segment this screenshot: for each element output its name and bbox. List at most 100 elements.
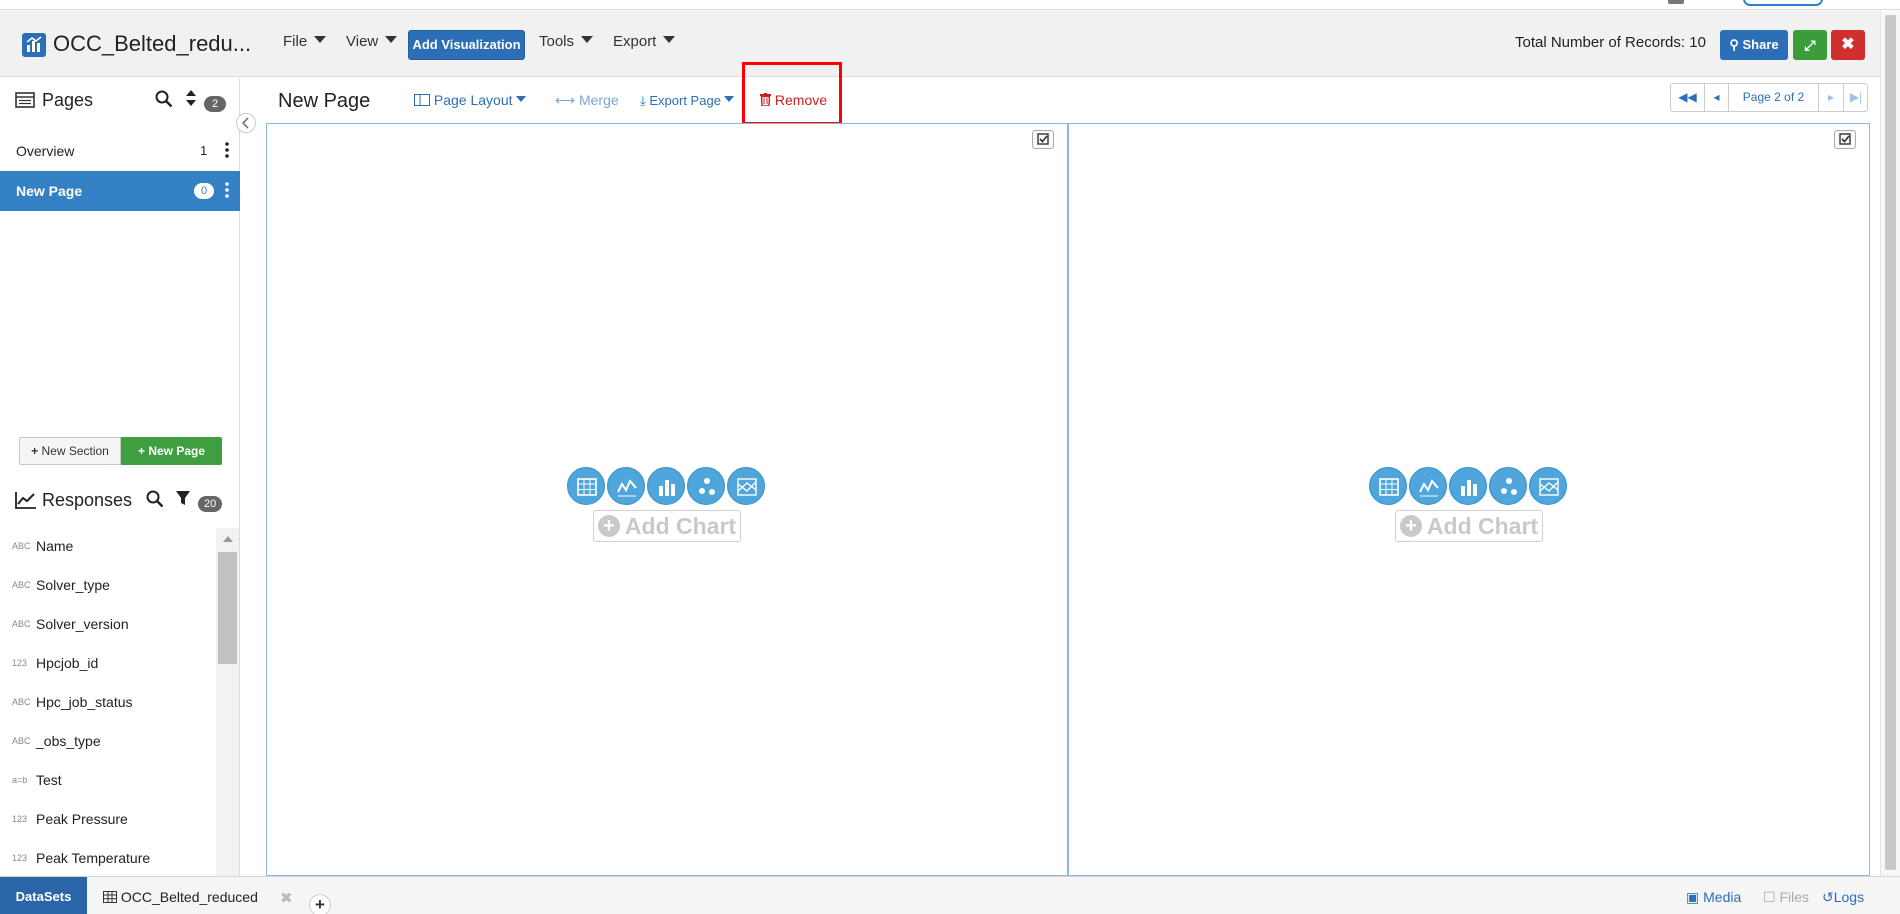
plus-icon: +	[31, 444, 39, 458]
menu-view[interactable]: View	[346, 33, 398, 55]
parallel-coordinates-icon[interactable]	[1529, 467, 1567, 505]
app-root: OCC_Belted_redu... File View Add Visuali…	[0, 0, 1900, 914]
logs-link[interactable]: ↺Logs	[1822, 889, 1864, 906]
new-section-button[interactable]: + New Section	[19, 437, 121, 465]
type-label: ABC	[12, 580, 31, 590]
page-layout-label: Page Layout	[433, 92, 513, 108]
list-item[interactable]: ABC Name	[0, 528, 216, 567]
response-name: Peak Pressure	[36, 811, 128, 827]
caret-down-icon	[515, 96, 526, 102]
fullscreen-button[interactable]: ⤢	[1793, 30, 1827, 60]
type-label: ABC	[12, 619, 31, 629]
close-tab-icon[interactable]: ✖	[280, 889, 293, 907]
list-item[interactable]: 123 Peak Pressure	[0, 801, 216, 840]
line-chart-icon[interactable]	[607, 467, 645, 505]
add-tab-button[interactable]: +	[309, 894, 331, 914]
sidebar: Pages 2 Overview 1 New Page 0 + New Sect…	[0, 78, 240, 876]
list-item[interactable]: ABC Solver_type	[0, 567, 216, 606]
close-icon: ✖	[1841, 36, 1855, 53]
collapse-sidebar-button[interactable]	[236, 113, 256, 133]
scroll-up-icon[interactable]	[223, 536, 233, 542]
datasets-button[interactable]: DataSets	[0, 877, 87, 914]
search-icon[interactable]	[155, 90, 173, 113]
sort-icon[interactable]	[186, 90, 196, 111]
responses-list: ABC Name ABC Solver_type ABC Solver_version…	[0, 528, 216, 876]
media-link[interactable]: ▣ Media	[1686, 889, 1741, 906]
kebab-menu-icon[interactable]	[225, 182, 229, 198]
responses-header: Responses 20	[0, 480, 240, 520]
share-icon: ⚲	[1729, 37, 1739, 52]
browser-button[interactable]	[1743, 0, 1823, 6]
files-link[interactable]: ☐ Files	[1763, 889, 1809, 906]
parallel-coordinates-icon[interactable]	[727, 467, 765, 505]
new-page-label: New Page	[148, 444, 206, 458]
table-chart-icon[interactable]	[567, 467, 605, 505]
kebab-menu-icon[interactable]	[225, 142, 229, 158]
app-title: OCC_Belted_redu...	[53, 31, 252, 56]
list-item[interactable]: ABC _obs_type	[0, 723, 216, 762]
menu-view-label: View	[346, 33, 379, 50]
close-button[interactable]: ✖	[1831, 30, 1865, 60]
bar-chart-icon[interactable]	[1449, 467, 1487, 505]
response-name: Hpc_job_status	[36, 694, 133, 710]
responses-scrollbar[interactable]	[216, 528, 239, 876]
chart-panel-left: + Add Chart	[266, 123, 1068, 876]
window-scrollbar[interactable]	[1880, 11, 1900, 876]
add-chart-button[interactable]: + Add Chart	[1395, 510, 1543, 542]
pages-list-icon	[15, 92, 35, 113]
page-item-count: 1	[200, 143, 208, 158]
responses-title: Responses	[42, 490, 133, 510]
last-page-button[interactable]: ▶|	[1844, 84, 1868, 111]
bar-chart-icon[interactable]	[647, 467, 685, 505]
table-chart-icon[interactable]	[1369, 467, 1407, 505]
scrollbar-thumb[interactable]	[218, 552, 237, 664]
files-label: Files	[1779, 889, 1810, 905]
list-item[interactable]: a=b Test	[0, 762, 216, 801]
export-page-button[interactable]: ⤓ Export Page	[640, 93, 734, 109]
responses-count-badge: 20	[198, 496, 223, 512]
new-page-button[interactable]: + New Page	[121, 437, 222, 465]
first-page-button[interactable]: ◀◀	[1671, 84, 1705, 111]
chart-panel-right: + Add Chart	[1068, 123, 1870, 876]
last-page-icon: ▶|	[1849, 90, 1863, 104]
add-visualization-button[interactable]: Add Visualization	[408, 30, 525, 60]
type-label: 123	[12, 814, 28, 824]
list-item[interactable]: 123 Hpcjob_id	[0, 645, 216, 684]
layout-icon	[414, 94, 430, 106]
scatter-chart-icon[interactable]	[1489, 467, 1527, 505]
panel-select-checkbox[interactable]	[1834, 130, 1856, 149]
double-left-icon: ◀◀	[1678, 90, 1697, 104]
share-button[interactable]: ⚲ Share	[1720, 30, 1788, 60]
menu-file[interactable]: File	[283, 33, 327, 55]
chart-type-icons	[567, 467, 767, 507]
add-chart-button[interactable]: + Add Chart	[593, 510, 741, 542]
prev-page-button[interactable]: ◂	[1705, 84, 1729, 111]
panel-select-checkbox[interactable]	[1032, 130, 1054, 149]
scatter-chart-icon[interactable]	[687, 467, 725, 505]
plus-circle-icon: +	[1399, 515, 1422, 537]
menu-export[interactable]: Export	[613, 33, 676, 55]
remove-highlight-box	[742, 62, 842, 125]
table-icon	[103, 891, 117, 903]
filter-icon[interactable]	[175, 490, 191, 511]
page-item-overview[interactable]: Overview 1	[0, 131, 240, 171]
line-chart-icon[interactable]	[1409, 467, 1447, 505]
image-icon: ▣	[1686, 889, 1700, 905]
dataset-tab[interactable]: OCC_Belted_reduced	[103, 889, 258, 905]
bottom-bar: DataSets OCC_Belted_reduced ✖ + ▣ Media …	[0, 876, 1900, 914]
page-indicator: Page 2 of 2	[1729, 84, 1819, 111]
menu-tools[interactable]: Tools	[539, 33, 594, 55]
checkbox-icon	[1839, 133, 1851, 145]
app-logo-icon	[22, 33, 46, 57]
page-layout-button[interactable]: Page Layout	[414, 92, 526, 108]
list-item[interactable]: ABC Hpc_job_status	[0, 684, 216, 723]
dataset-tab-label: OCC_Belted_reduced	[120, 889, 258, 905]
list-item[interactable]: ABC Solver_version	[0, 606, 216, 645]
scrollbar-thumb[interactable]	[1885, 15, 1896, 870]
search-icon[interactable]	[146, 490, 164, 513]
list-item[interactable]: 123 Peak Temperature	[0, 840, 216, 876]
page-item-new-page[interactable]: New Page 0	[0, 171, 240, 211]
merge-button[interactable]: ⟷ Merge	[555, 92, 619, 109]
app-header: OCC_Belted_redu... File View Add Visuali…	[0, 11, 1880, 77]
next-page-button[interactable]: ▸	[1819, 84, 1844, 111]
